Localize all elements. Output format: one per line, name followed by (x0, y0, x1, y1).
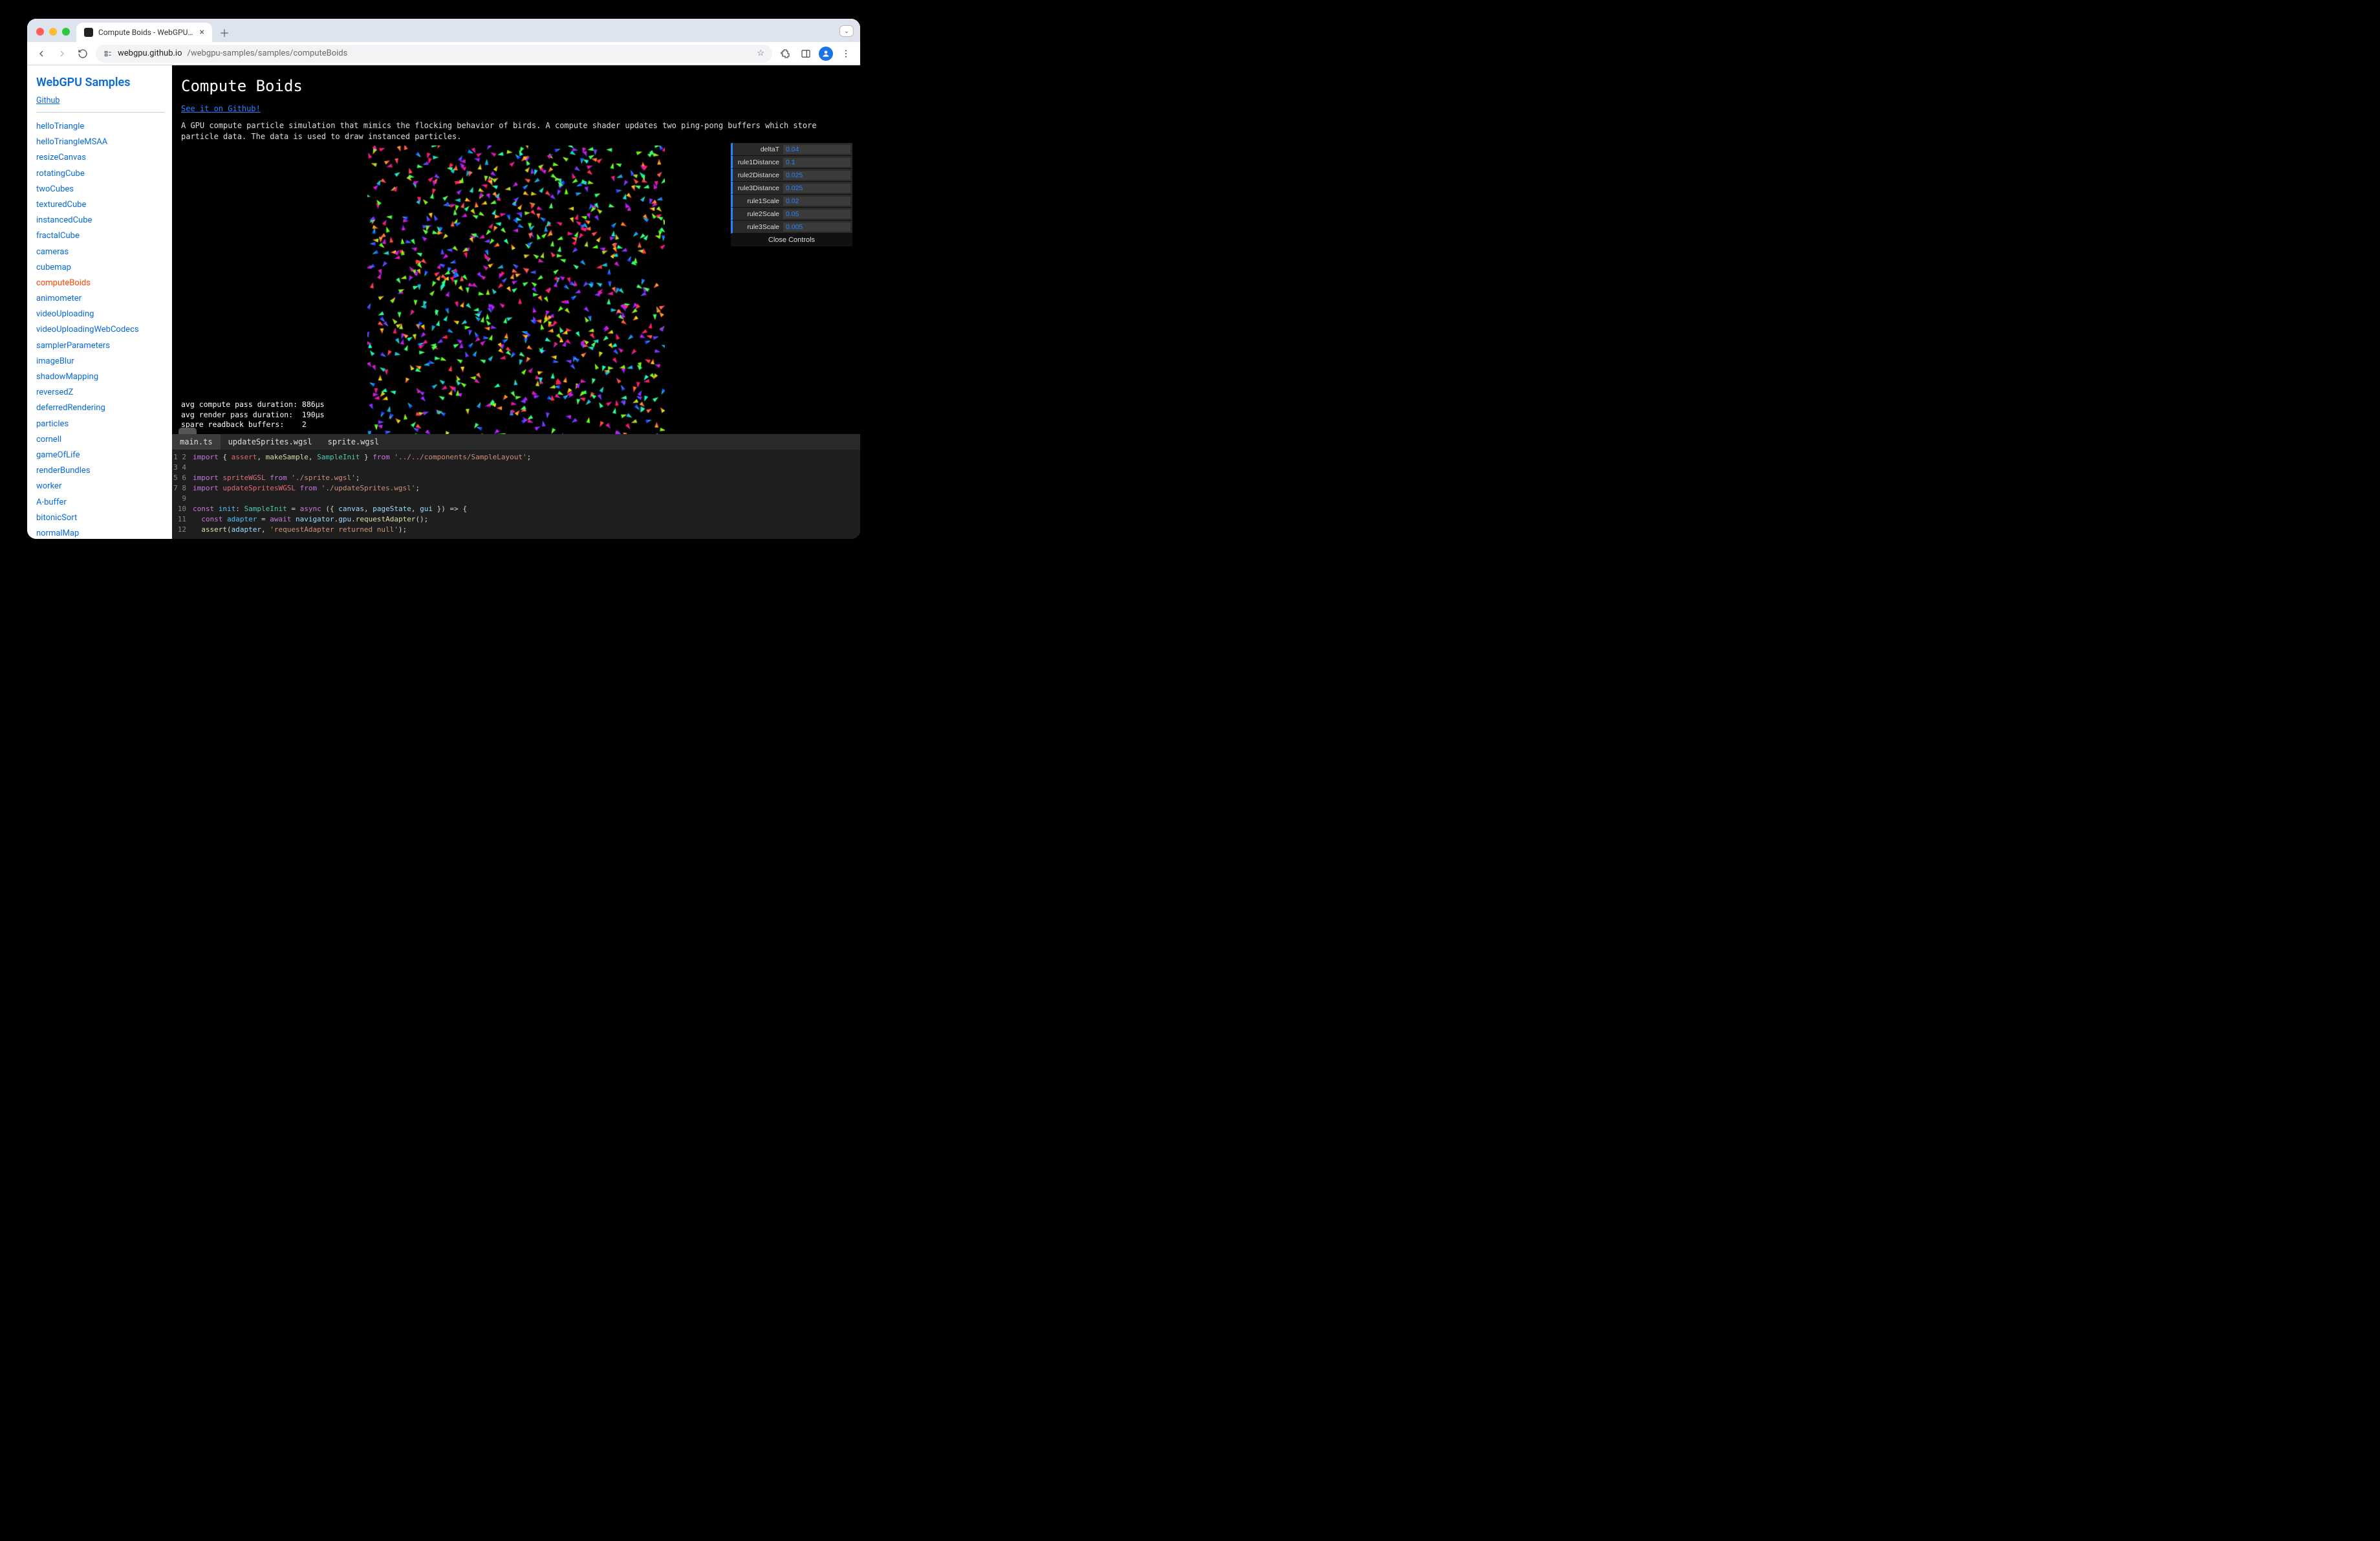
code-panel: main.tsupdateSprites.wgslsprite.wgsl 1 2… (172, 434, 860, 539)
controls-panel: deltaT0.04rule1Distance0.1rule2Distance0… (731, 143, 852, 246)
sidebar-item-cameras[interactable]: cameras (36, 245, 164, 260)
close-tab-icon[interactable]: × (200, 27, 204, 38)
page-title: Compute Boids (181, 77, 851, 95)
sample-nav: helloTrianglehelloTriangleMSAAresizeCanv… (36, 119, 164, 539)
code-tab-sprite-wgsl[interactable]: sprite.wgsl (320, 434, 387, 450)
stats-overlay: avg compute pass duration: 886µs avg ren… (181, 400, 325, 430)
sidebar-item-imageBlur[interactable]: imageBlur (36, 354, 164, 369)
new-tab-button[interactable]: ＋ (216, 24, 233, 41)
control-rule2Distance: rule2Distance0.025 (731, 169, 852, 182)
window-controls (36, 28, 70, 36)
forward-button[interactable] (54, 46, 70, 61)
main-panel: Compute Boids See it on Github! A GPU co… (172, 65, 860, 539)
browser-tab[interactable]: Compute Boids - WebGPU S… × (76, 23, 212, 42)
sidebar-item-A-buffer[interactable]: A-buffer (36, 495, 164, 510)
close-window-button[interactable] (36, 28, 44, 36)
sidebar-item-videoUploading[interactable]: videoUploading (36, 307, 164, 322)
control-value-input[interactable]: 0.005 (783, 223, 850, 232)
code-tab-main-ts[interactable]: main.ts (172, 434, 221, 450)
resize-handle[interactable] (178, 428, 197, 434)
sidebar-github-link[interactable]: Github (36, 96, 60, 105)
sidebar-item-cubemap[interactable]: cubemap (36, 260, 164, 276)
site-settings-icon[interactable] (103, 49, 113, 58)
sidebar-item-shadowMapping[interactable]: shadowMapping (36, 369, 164, 385)
profile-avatar[interactable] (819, 47, 833, 61)
control-deltaT: deltaT0.04 (731, 143, 852, 156)
control-label: deltaT (733, 146, 783, 153)
sidebar-divider (36, 112, 164, 113)
control-rule3Scale: rule3Scale0.005 (731, 221, 852, 234)
control-label: rule1Distance (733, 158, 783, 166)
back-button[interactable] (34, 46, 49, 61)
close-controls-button[interactable]: Close Controls (731, 234, 852, 246)
control-rule1Distance: rule1Distance0.1 (731, 156, 852, 169)
sidebar-heading: WebGPU Samples (36, 76, 164, 89)
maximize-window-button[interactable] (62, 28, 70, 36)
control-value-input[interactable]: 0.1 (783, 158, 850, 167)
sidebar-item-cornell[interactable]: cornell (36, 432, 164, 448)
sidebar-item-renderBundles[interactable]: renderBundles (36, 463, 164, 479)
sidebar-item-deferredRendering[interactable]: deferredRendering (36, 400, 164, 416)
control-label: rule2Scale (733, 210, 783, 218)
sidebar-item-normalMap[interactable]: normalMap (36, 526, 164, 539)
control-label: rule3Distance (733, 184, 783, 192)
code-editor[interactable]: import { assert, makeSample, SampleInit … (190, 450, 860, 539)
tab-overflow-button[interactable]: ⌄ (839, 25, 854, 37)
browser-window: Compute Boids - WebGPU S… × ＋ ⌄ webgpu.g… (27, 19, 860, 539)
control-label: rule2Distance (733, 171, 783, 179)
sidebar: WebGPU Samples Github helloTrianglehello… (27, 65, 172, 539)
sidebar-item-texturedCube[interactable]: texturedCube (36, 197, 164, 213)
control-value-input[interactable]: 0.025 (783, 171, 850, 180)
control-label: rule3Scale (733, 223, 783, 231)
sidebar-item-videoUploadingWebCodecs[interactable]: videoUploadingWebCodecs (36, 322, 164, 338)
tab-strip: Compute Boids - WebGPU S… × ＋ ⌄ (27, 19, 860, 42)
sidebar-item-samplerParameters[interactable]: samplerParameters (36, 338, 164, 354)
favicon-icon (84, 28, 93, 37)
control-rule2Scale: rule2Scale0.05 (731, 208, 852, 221)
reload-button[interactable] (75, 46, 91, 61)
address-bar[interactable]: webgpu.github.io/webgpu-samples/samples/… (96, 45, 772, 63)
kebab-menu-icon[interactable] (838, 46, 854, 61)
sidebar-item-rotatingCube[interactable]: rotatingCube (36, 166, 164, 182)
page-content: WebGPU Samples Github helloTrianglehello… (27, 65, 860, 539)
sidebar-item-helloTriangleMSAA[interactable]: helloTriangleMSAA (36, 135, 164, 150)
control-rule1Scale: rule1Scale0.02 (731, 195, 852, 208)
sidebar-item-bitonicSort[interactable]: bitonicSort (36, 510, 164, 526)
side-panel-icon[interactable] (798, 46, 814, 61)
sidebar-item-reversedZ[interactable]: reversedZ (36, 385, 164, 400)
line-gutter: 1 2 3 4 5 6 7 8 9 10 11 12 (172, 450, 190, 539)
sidebar-item-animometer[interactable]: animometer (36, 291, 164, 307)
sidebar-item-helloTriangle[interactable]: helloTriangle (36, 119, 164, 135)
code-tab-bar: main.tsupdateSprites.wgslsprite.wgsl (172, 434, 860, 450)
control-value-input[interactable]: 0.02 (783, 197, 850, 206)
sidebar-item-worker[interactable]: worker (36, 479, 164, 494)
simulation-canvas[interactable] (367, 146, 665, 437)
tab-title: Compute Boids - WebGPU S… (98, 28, 195, 37)
screenshot-canvas: Compute Boids - WebGPU S… × ＋ ⌄ webgpu.g… (0, 0, 880, 571)
sidebar-item-instancedCube[interactable]: instancedCube (36, 213, 164, 228)
bookmark-icon[interactable]: ☆ (757, 49, 764, 58)
extensions-icon[interactable] (777, 46, 793, 61)
control-value-input[interactable]: 0.025 (783, 184, 850, 193)
control-label: rule1Scale (733, 197, 783, 205)
sidebar-item-computeBoids[interactable]: computeBoids (36, 276, 164, 291)
browser-toolbar: webgpu.github.io/webgpu-samples/samples/… (27, 42, 860, 65)
control-value-input[interactable]: 0.05 (783, 210, 850, 219)
control-rule3Distance: rule3Distance0.025 (731, 182, 852, 195)
see-on-github-link[interactable]: See it on Github! (181, 104, 261, 113)
url-domain: webgpu.github.io (118, 49, 182, 58)
sidebar-item-fractalCube[interactable]: fractalCube (36, 228, 164, 244)
sidebar-item-particles[interactable]: particles (36, 417, 164, 432)
minimize-window-button[interactable] (49, 28, 57, 36)
control-value-input[interactable]: 0.04 (783, 145, 850, 154)
url-path: /webgpu-samples/samples/computeBoids (188, 49, 348, 58)
page-description: A GPU compute particle simulation that m… (181, 120, 851, 143)
sidebar-item-resizeCanvas[interactable]: resizeCanvas (36, 150, 164, 166)
sidebar-item-twoCubes[interactable]: twoCubes (36, 182, 164, 197)
sidebar-item-gameOfLife[interactable]: gameOfLife (36, 448, 164, 463)
code-tab-updateSprites-wgsl[interactable]: updateSprites.wgsl (221, 434, 320, 450)
